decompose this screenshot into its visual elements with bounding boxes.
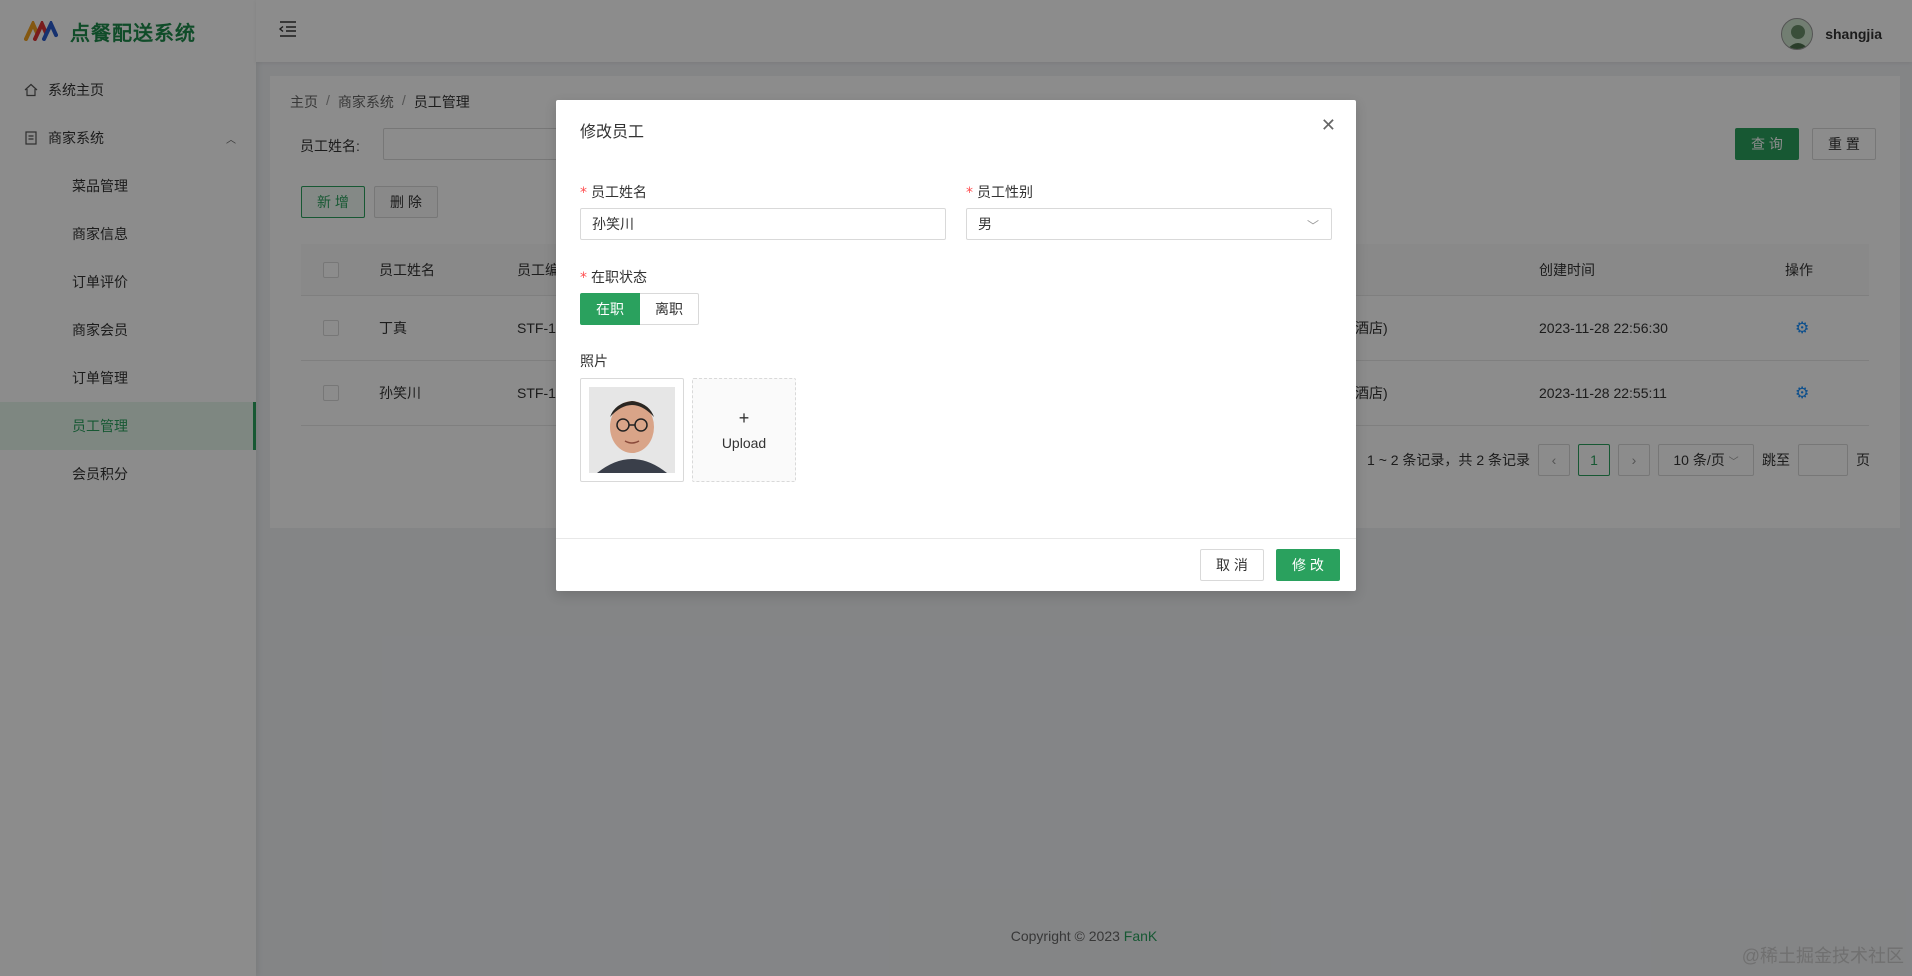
gender-select[interactable]: 男 ﹀ (966, 208, 1332, 240)
close-icon[interactable]: ✕ (1321, 116, 1336, 134)
name-input-value: 孙笑川 (592, 216, 634, 232)
photo-thumbnail-card[interactable] (580, 378, 684, 482)
name-label-text: 员工姓名 (591, 184, 647, 200)
edit-staff-dialog: 修改员工 ✕ * 员工姓名 孙笑川 * 员工性别 男 ﹀ * 在职状态 在职 离职 照… (556, 100, 1356, 591)
dialog-title: 修改员工 (580, 124, 645, 141)
required-mark: * (966, 185, 973, 201)
gender-label-text: 员工性别 (977, 184, 1033, 200)
name-input[interactable]: 孙笑川 (580, 208, 946, 240)
required-mark: * (580, 185, 587, 201)
staff-photo (589, 387, 675, 473)
plus-icon: + (738, 408, 750, 428)
status-radio-group: 在职 离职 (580, 293, 699, 325)
chevron-down-icon: ﹀ (1306, 219, 1319, 233)
gender-select-value: 男 (978, 216, 992, 232)
cancel-button[interactable]: 取 消 (1200, 549, 1264, 581)
dialog-footer: 取 消 修 改 (556, 538, 1356, 591)
status-option-resigned[interactable]: 离职 (640, 293, 699, 325)
name-field-label: * 员工姓名 (580, 182, 647, 202)
status-field-label: * 在职状态 (580, 267, 647, 287)
status-label-text: 在职状态 (591, 269, 647, 285)
required-mark: * (580, 270, 587, 286)
upload-label: Upload (721, 435, 767, 451)
photo-field-label: 照片 (580, 353, 608, 369)
gender-field-label: * 员工性别 (966, 182, 1033, 202)
status-option-active[interactable]: 在职 (580, 293, 640, 325)
upload-button[interactable]: + Upload (692, 378, 796, 482)
submit-button[interactable]: 修 改 (1276, 549, 1340, 581)
